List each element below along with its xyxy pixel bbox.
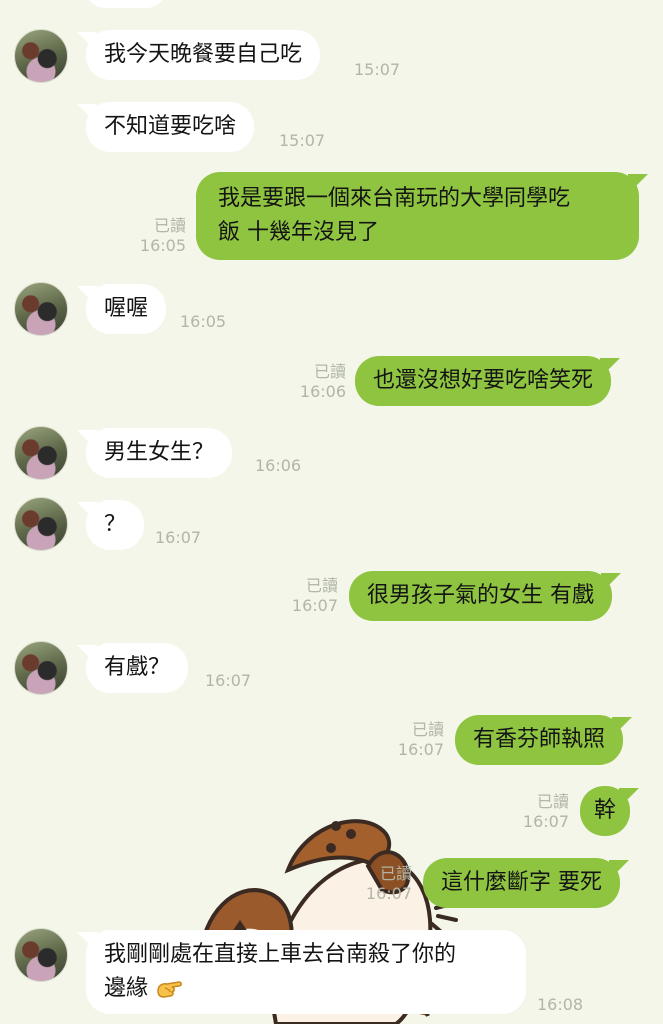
message-text: 不知道要吃啥 [104, 114, 237, 139]
message-read-status: 已讀 16:07 [378, 720, 444, 760]
contact-avatar[interactable] [14, 641, 68, 695]
read-label: 已讀 [379, 864, 412, 883]
contact-avatar[interactable] [14, 282, 68, 336]
contact-avatar[interactable] [14, 497, 68, 551]
message-text-line2: 邊緣 [104, 976, 149, 1001]
message-bubble-incoming[interactable]: 我今天晚餐要自己吃 [86, 30, 321, 80]
message-read-status: 已讀 16:06 [280, 362, 346, 402]
message-text: 幹 [594, 798, 617, 823]
pointing-hand-emoji [157, 981, 183, 998]
message-bubble-incoming[interactable]: 不知道要吃啥 [86, 102, 255, 152]
message-bubble-incoming[interactable]: ？ [86, 500, 145, 550]
message-time: 16:07 [155, 528, 202, 547]
message-time: 16:08 [537, 995, 584, 1014]
contact-avatar[interactable] [14, 29, 68, 83]
message-text: 我今天晚餐要自己吃 [104, 42, 303, 67]
message-read-status: 已讀 16:05 [120, 216, 186, 256]
message-text: 男生女生？ [104, 440, 215, 465]
message-time: 16:07 [365, 884, 412, 903]
message-bubble-incoming[interactable]: 男生女生？ [86, 428, 233, 478]
message-bubble-incoming[interactable]: 有戲？ [86, 643, 189, 693]
message-time: 16:05 [180, 312, 227, 331]
message-bubble-outgoing[interactable]: 有香芬師執照 [455, 715, 624, 765]
message-time: 16:07 [291, 596, 338, 615]
message-bubble-outgoing[interactable]: 幹 [580, 786, 631, 836]
message-time: 15:07 [354, 60, 401, 79]
read-label: 已讀 [313, 362, 346, 381]
contact-avatar[interactable] [14, 928, 68, 982]
contact-avatar[interactable] [14, 426, 68, 480]
message-text: 這什麼斷字 要死 [441, 870, 602, 895]
read-label: 已讀 [536, 792, 569, 811]
read-label: 已讀 [305, 576, 338, 595]
read-label: 已讀 [153, 216, 186, 235]
message-text: ？ [104, 512, 127, 537]
message-bubble-outgoing[interactable]: 這什麼斷字 要死 [423, 858, 620, 908]
message-text: 有戲？ [104, 655, 171, 680]
read-label: 已讀 [411, 720, 444, 739]
message-text-line1: 我剛剛處在直接上車去台南殺了你的 [104, 942, 457, 967]
message-text-line1: 我是要跟一個來台南玩的大學同學吃 [218, 186, 571, 211]
message-text-line2: 飯 十幾年沒見了 [218, 220, 379, 245]
message-bubble-outgoing[interactable]: 我是要跟一個來台南玩的大學同學吃 飯 十幾年沒見了 [196, 172, 639, 260]
message-time: 16:07 [205, 671, 252, 690]
message-read-status: 已讀 16:07 [272, 576, 338, 616]
message-text: 也還沒想好要吃啥笑死 [373, 368, 594, 393]
partial-message-bubble[interactable] [86, 0, 166, 8]
message-read-status: 已讀 16:07 [503, 792, 569, 832]
chat-view: 我今天晚餐要自己吃 15:07 不知道要吃啥 15:07 已讀 16:05 我是… [0, 0, 663, 1024]
message-bubble-outgoing[interactable]: 很男孩子氣的女生 有戲 [349, 571, 612, 621]
message-time: 16:06 [255, 456, 302, 475]
message-text: 很男孩子氣的女生 有戲 [367, 583, 594, 608]
message-read-status: 已讀 16:07 [346, 864, 412, 904]
message-time: 16:05 [139, 236, 186, 255]
message-text: 喔喔 [104, 296, 149, 321]
message-time: 16:06 [299, 382, 346, 401]
message-time: 15:07 [279, 131, 326, 150]
message-bubble-incoming[interactable]: 我剛剛處在直接上車去台南殺了你的 邊緣 [86, 930, 526, 1014]
message-time: 16:07 [397, 740, 444, 759]
message-text: 有香芬師執照 [473, 727, 606, 752]
message-bubble-outgoing[interactable]: 也還沒想好要吃啥笑死 [355, 356, 612, 406]
message-time: 16:07 [522, 812, 569, 831]
message-bubble-incoming[interactable]: 喔喔 [86, 284, 167, 334]
